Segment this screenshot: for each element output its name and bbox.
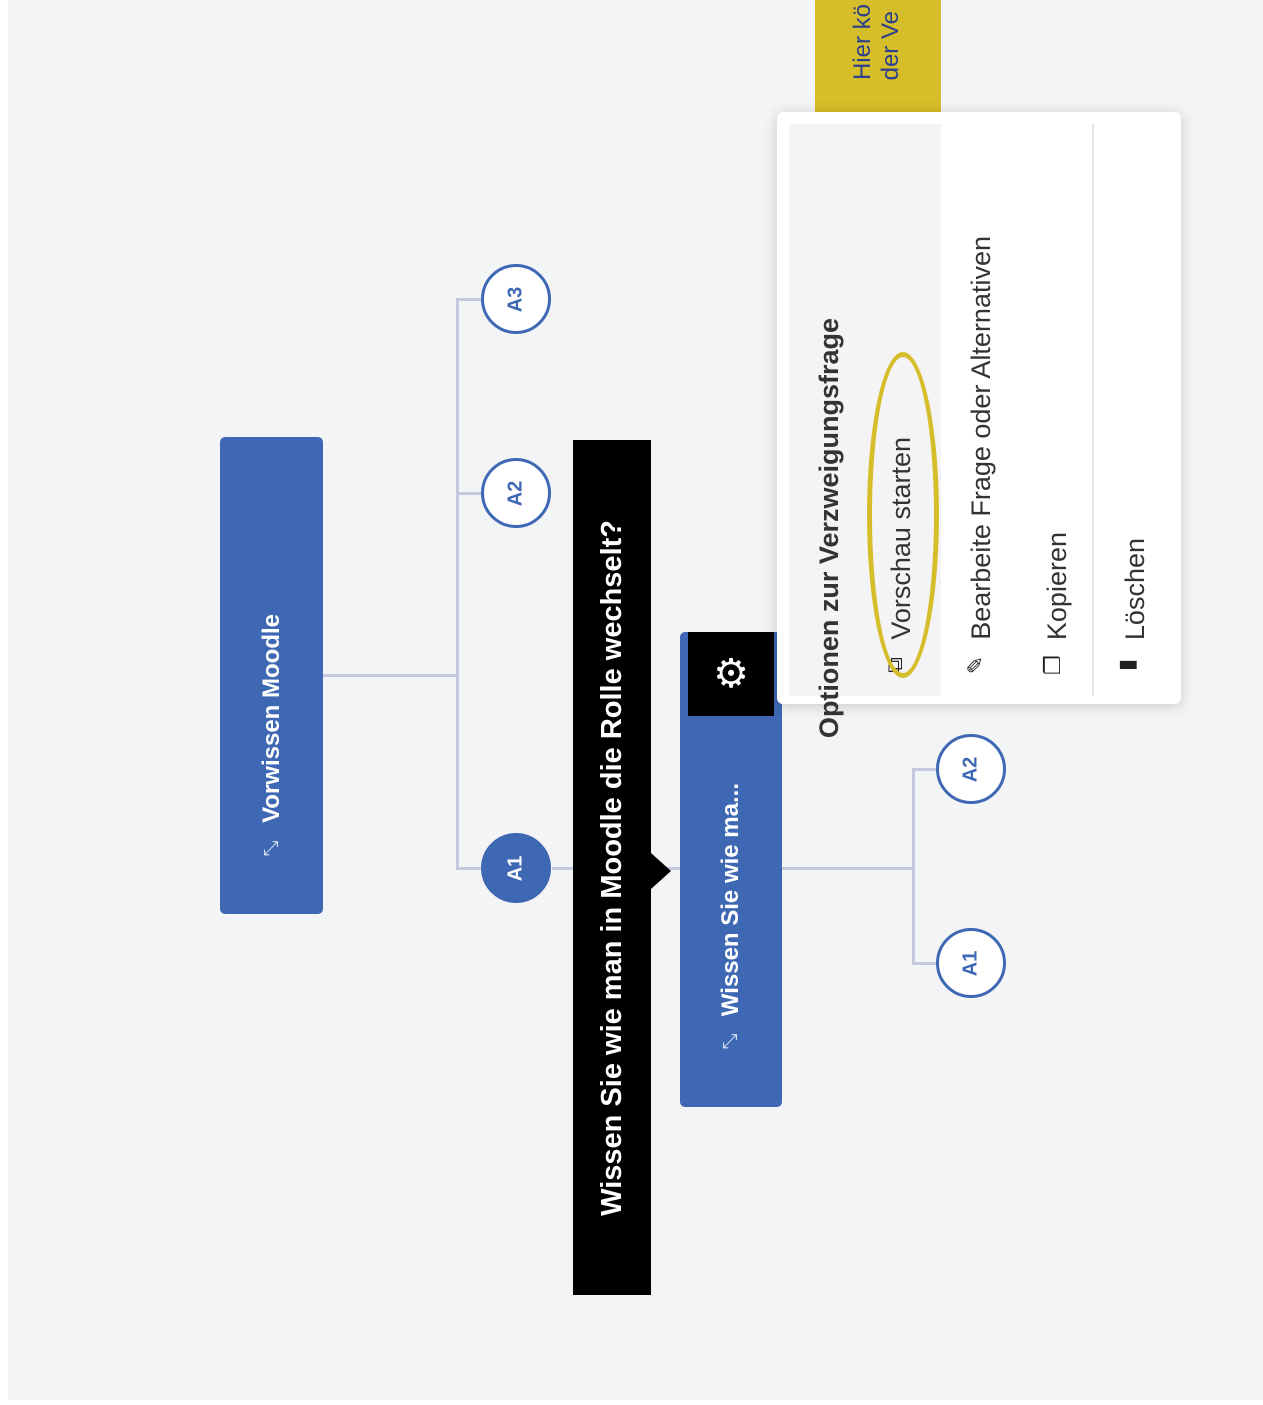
- connector-line: [912, 768, 938, 771]
- answer-label: A1: [504, 855, 527, 881]
- connector-line: [456, 298, 482, 301]
- help-callout: Hier kö der Ve: [815, 0, 941, 112]
- gear-icon[interactable]: ⚙: [688, 632, 774, 716]
- menu-item-delete-label: Löschen: [1120, 537, 1150, 640]
- menu-header: Optionen zur Verzweigungsfrage: [805, 172, 845, 780]
- pencil-icon: ✎: [963, 655, 989, 675]
- answer-label: A2: [959, 756, 982, 782]
- question-tooltip: Wissen Sie wie man in Moodle die Rolle w…: [573, 440, 651, 1295]
- connector-line: [456, 867, 482, 870]
- root-node-label: Vorwissen Moodle: [257, 614, 285, 823]
- answer-label: A3: [504, 286, 527, 312]
- answer-a1-circle[interactable]: A1: [481, 833, 551, 903]
- tooltip-arrow: [651, 853, 671, 889]
- answer-label: A2: [504, 480, 527, 506]
- callout-line-2: der Ve: [877, 10, 904, 80]
- connector-line: [456, 492, 482, 495]
- root-question-node[interactable]: ⤡ Vorwissen Moodle: [220, 437, 323, 914]
- menu-header-label: Optionen zur Verzweigungsfrage: [814, 317, 844, 738]
- copy-icon: ❐: [1039, 655, 1065, 675]
- menu-item-copy[interactable]: Kopieren ❐: [1033, 112, 1073, 692]
- connector-line: [456, 298, 459, 870]
- highlight-ellipse: [867, 352, 939, 678]
- answer-a3-circle[interactable]: A3: [481, 264, 551, 334]
- options-menu: Optionen zur Verzweigungsfrage Vorschau …: [777, 112, 1181, 738]
- menu-item-delete[interactable]: Löschen ▮: [1111, 112, 1151, 692]
- callout-line-1: Hier kö: [849, 3, 876, 80]
- connector-line: [780, 867, 914, 870]
- child-answer-a2-circle[interactable]: A2: [936, 734, 1006, 804]
- answer-label: A1: [959, 950, 982, 976]
- child-answer-a1-circle[interactable]: A1: [936, 928, 1006, 998]
- child-node-label: Wissen Sie wie ma...: [717, 782, 744, 1016]
- connector-line: [912, 962, 938, 965]
- connector-line: [912, 768, 915, 964]
- menu-divider: [1092, 124, 1094, 696]
- connector-line: [322, 674, 458, 677]
- trash-icon: ▮: [1114, 658, 1140, 672]
- tooltip-text: Wissen Sie wie man in Moodle die Rolle w…: [595, 519, 628, 1216]
- menu-item-copy-label: Kopieren: [1042, 531, 1072, 640]
- menu-item-edit[interactable]: Bearbeite Frage oder Alternativen ✎: [957, 112, 997, 692]
- branch-icon: ⤡: [260, 840, 282, 857]
- menu-item-edit-label: Bearbeite Frage oder Alternativen: [966, 236, 996, 640]
- branch-icon: ⤡: [719, 1033, 742, 1050]
- answer-a2-circle[interactable]: A2: [481, 458, 551, 528]
